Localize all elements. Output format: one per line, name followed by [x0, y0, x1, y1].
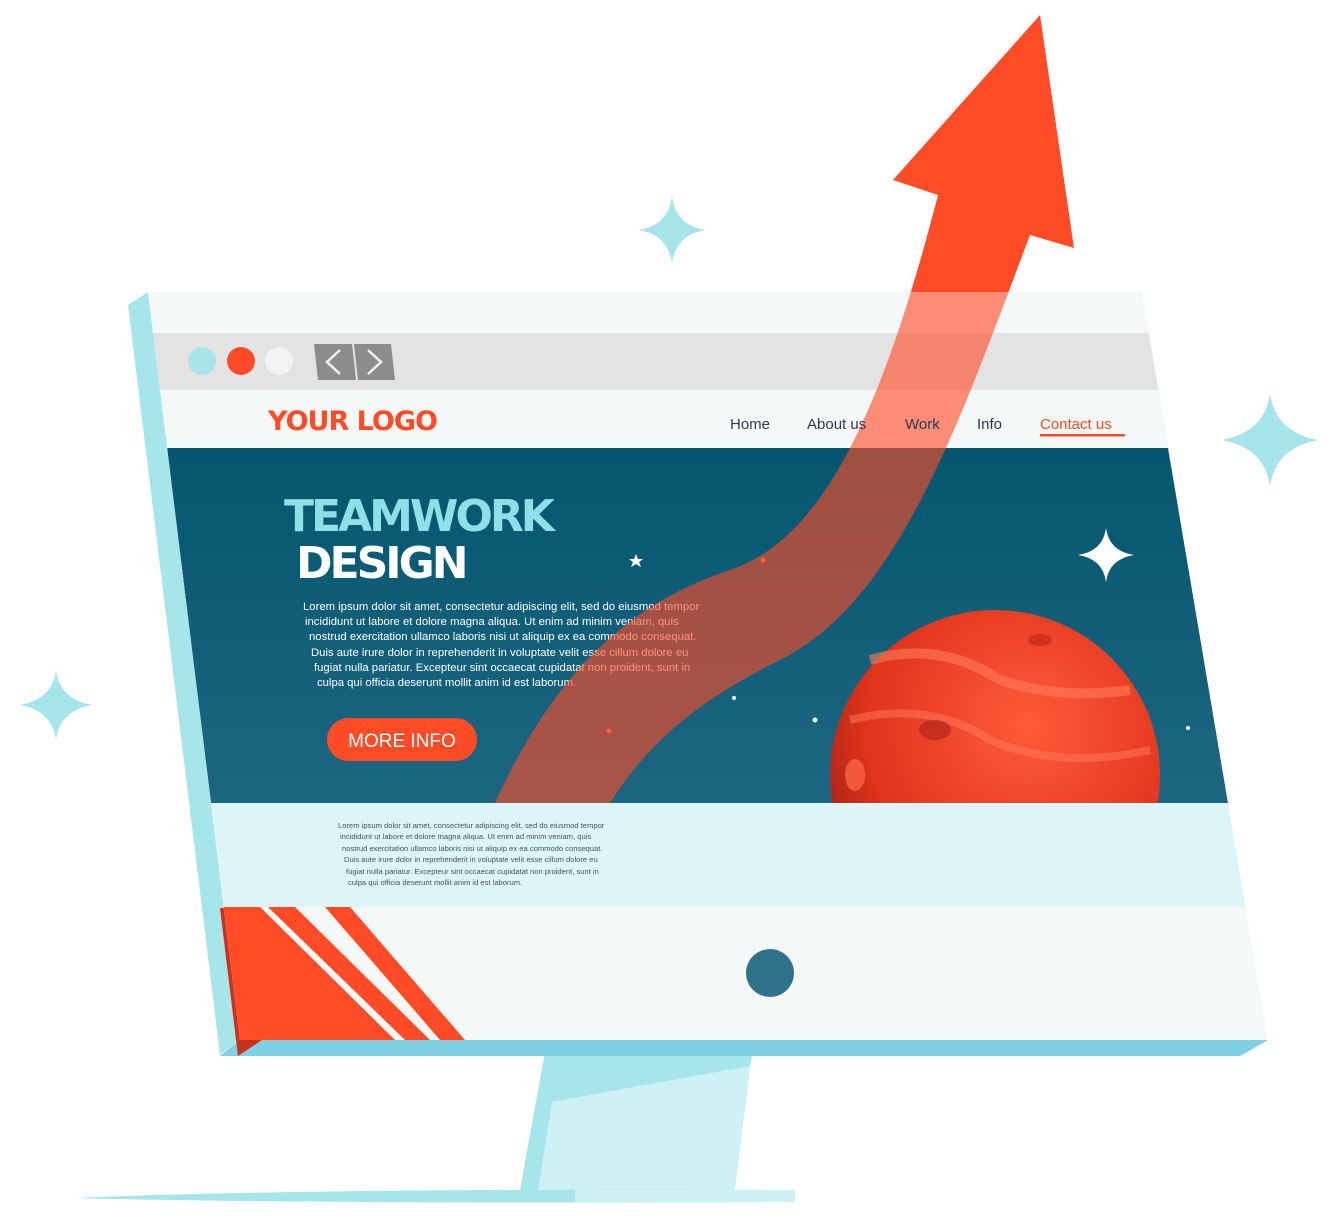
monitor-bottom-edge	[220, 1040, 1268, 1056]
nav-info[interactable]: Info	[977, 416, 1002, 433]
hero-paragraph-line: incididunt ut labore et dolore magna ali…	[305, 616, 679, 628]
hero-title-line2: DESIGN	[296, 538, 466, 589]
nav-contact[interactable]: Contact us	[1040, 416, 1112, 433]
nav-home[interactable]: Home	[730, 416, 770, 433]
section-paragraph-line: culpa qui officia deserunt mollit anim i…	[348, 878, 522, 887]
window-dot-3[interactable]	[265, 347, 293, 375]
window-dot-2[interactable]	[227, 347, 255, 375]
sparkle-icon	[19, 670, 93, 740]
nav-about[interactable]: About us	[807, 416, 866, 433]
nav-active-underline	[1040, 434, 1125, 437]
hero-paragraph-line: culpa qui officia deserunt mollit anim i…	[317, 677, 576, 689]
section-paragraph-line: Duis aute irure dolor in reprehenderit i…	[344, 855, 598, 864]
hero-title-line1: TEAMWORK	[284, 491, 557, 542]
section-paragraph-line: fugiat nulla pariatur. Excepteur sint oc…	[346, 867, 599, 876]
window-dot-1[interactable]	[188, 347, 216, 375]
section-paragraph-line: nostrud exercitation ullamco laboris nis…	[342, 844, 602, 853]
sparkle-icon	[1222, 393, 1318, 487]
content-section	[148, 803, 1268, 907]
more-info-label: MORE INFO	[348, 731, 456, 752]
section-paragraph-line: Lorem ipsum dolor sit amet, consectetur …	[338, 821, 605, 830]
back-button[interactable]	[314, 344, 356, 380]
site-logo[interactable]: YOUR LOGO	[267, 406, 438, 437]
section-paragraph-line: incididunt ut labore et dolore magna ali…	[340, 832, 591, 841]
nav-work[interactable]: Work	[905, 416, 940, 433]
hero-paragraph-line: Lorem ipsum dolor sit amet, consectetur …	[303, 601, 699, 613]
monitor-power-button[interactable]	[746, 949, 794, 997]
forward-button[interactable]	[354, 344, 395, 380]
monitor-stand	[75, 1052, 795, 1203]
sparkle-icon	[638, 196, 706, 264]
more-info-button[interactable]: MORE INFO	[327, 718, 477, 761]
monitor-illustration: YOUR LOGO TEAMWORK DESIGN Lorem ipsum do…	[19, 15, 1318, 1203]
